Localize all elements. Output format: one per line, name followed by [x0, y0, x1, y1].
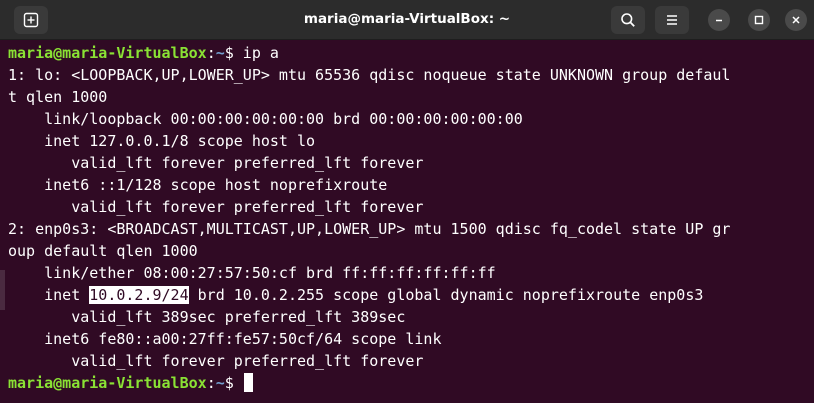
maximize-button[interactable] — [748, 9, 770, 31]
output-line: valid_lft forever preferred_lft forever — [8, 352, 424, 370]
prompt-symbol: $ — [224, 44, 234, 62]
prompt-path: ~ — [215, 44, 225, 62]
output-line: inet6 fe80::a00:27ff:fe57:50cf/64 scope … — [8, 330, 442, 348]
output-line: inet6 ::1/128 scope host noprefixroute — [8, 176, 388, 194]
prompt-symbol: $ — [224, 374, 234, 392]
search-button[interactable] — [611, 6, 645, 34]
prompt-separator: : — [206, 44, 216, 62]
minimize-icon — [716, 19, 722, 22]
output-line: t qlen 1000 — [8, 88, 108, 106]
hamburger-menu-icon — [667, 15, 677, 25]
maximize-icon — [754, 15, 764, 25]
prompt-user: maria@maria-VirtualBox — [8, 44, 207, 62]
inet-suffix: brd 10.0.2.255 scope global dynamic nopr… — [188, 286, 704, 304]
output-line: link/loopback 00:00:00:00:00:00 brd 00:0… — [8, 110, 523, 128]
minimize-button[interactable] — [708, 9, 730, 31]
prompt-path: ~ — [215, 374, 225, 392]
output-line: valid_lft forever preferred_lft forever — [8, 198, 424, 216]
command-text: ip a — [233, 44, 279, 62]
menu-button[interactable] — [655, 6, 689, 34]
output-line: link/ether 08:00:27:57:50:cf brd ff:ff:f… — [8, 264, 496, 282]
output-line: 1: lo: <LOOPBACK,UP,LOWER_UP> mtu 65536 … — [8, 66, 731, 84]
search-icon — [621, 13, 635, 27]
output-line: 2: enp0s3: <BROADCAST,MULTICAST,UP,LOWER… — [8, 220, 731, 238]
title-bar: maria@maria-VirtualBox: ~ — [0, 0, 814, 40]
prompt-user: maria@maria-VirtualBox — [8, 374, 207, 392]
output-line: oup default qlen 1000 — [8, 242, 198, 260]
window-title: maria@maria-VirtualBox: ~ — [303, 11, 511, 27]
prompt-separator: : — [206, 374, 216, 392]
scrollbar-edge[interactable] — [0, 270, 5, 310]
inet-prefix: inet — [8, 286, 90, 304]
close-icon — [792, 16, 800, 24]
current-prompt-line[interactable]: maria@maria-VirtualBox:~$ — [8, 372, 814, 394]
inet-line: inet 10.0.2.9/24 brd 10.0.2.255 scope gl… — [8, 284, 814, 306]
output-line: inet 127.0.0.1/8 scope host lo — [8, 132, 316, 150]
output-line: valid_lft 389sec preferred_lft 389sec — [8, 308, 406, 326]
selected-ip-address[interactable]: 10.0.2.9/24 — [89, 286, 189, 304]
prompt-line: maria@maria-VirtualBox:~$ ip a — [8, 42, 814, 64]
terminal-output[interactable]: maria@maria-VirtualBox:~$ ip a 1: lo: <L… — [0, 40, 814, 403]
text-cursor — [243, 373, 253, 392]
output-line: valid_lft forever preferred_lft forever — [8, 154, 424, 172]
close-button[interactable] — [785, 9, 807, 31]
